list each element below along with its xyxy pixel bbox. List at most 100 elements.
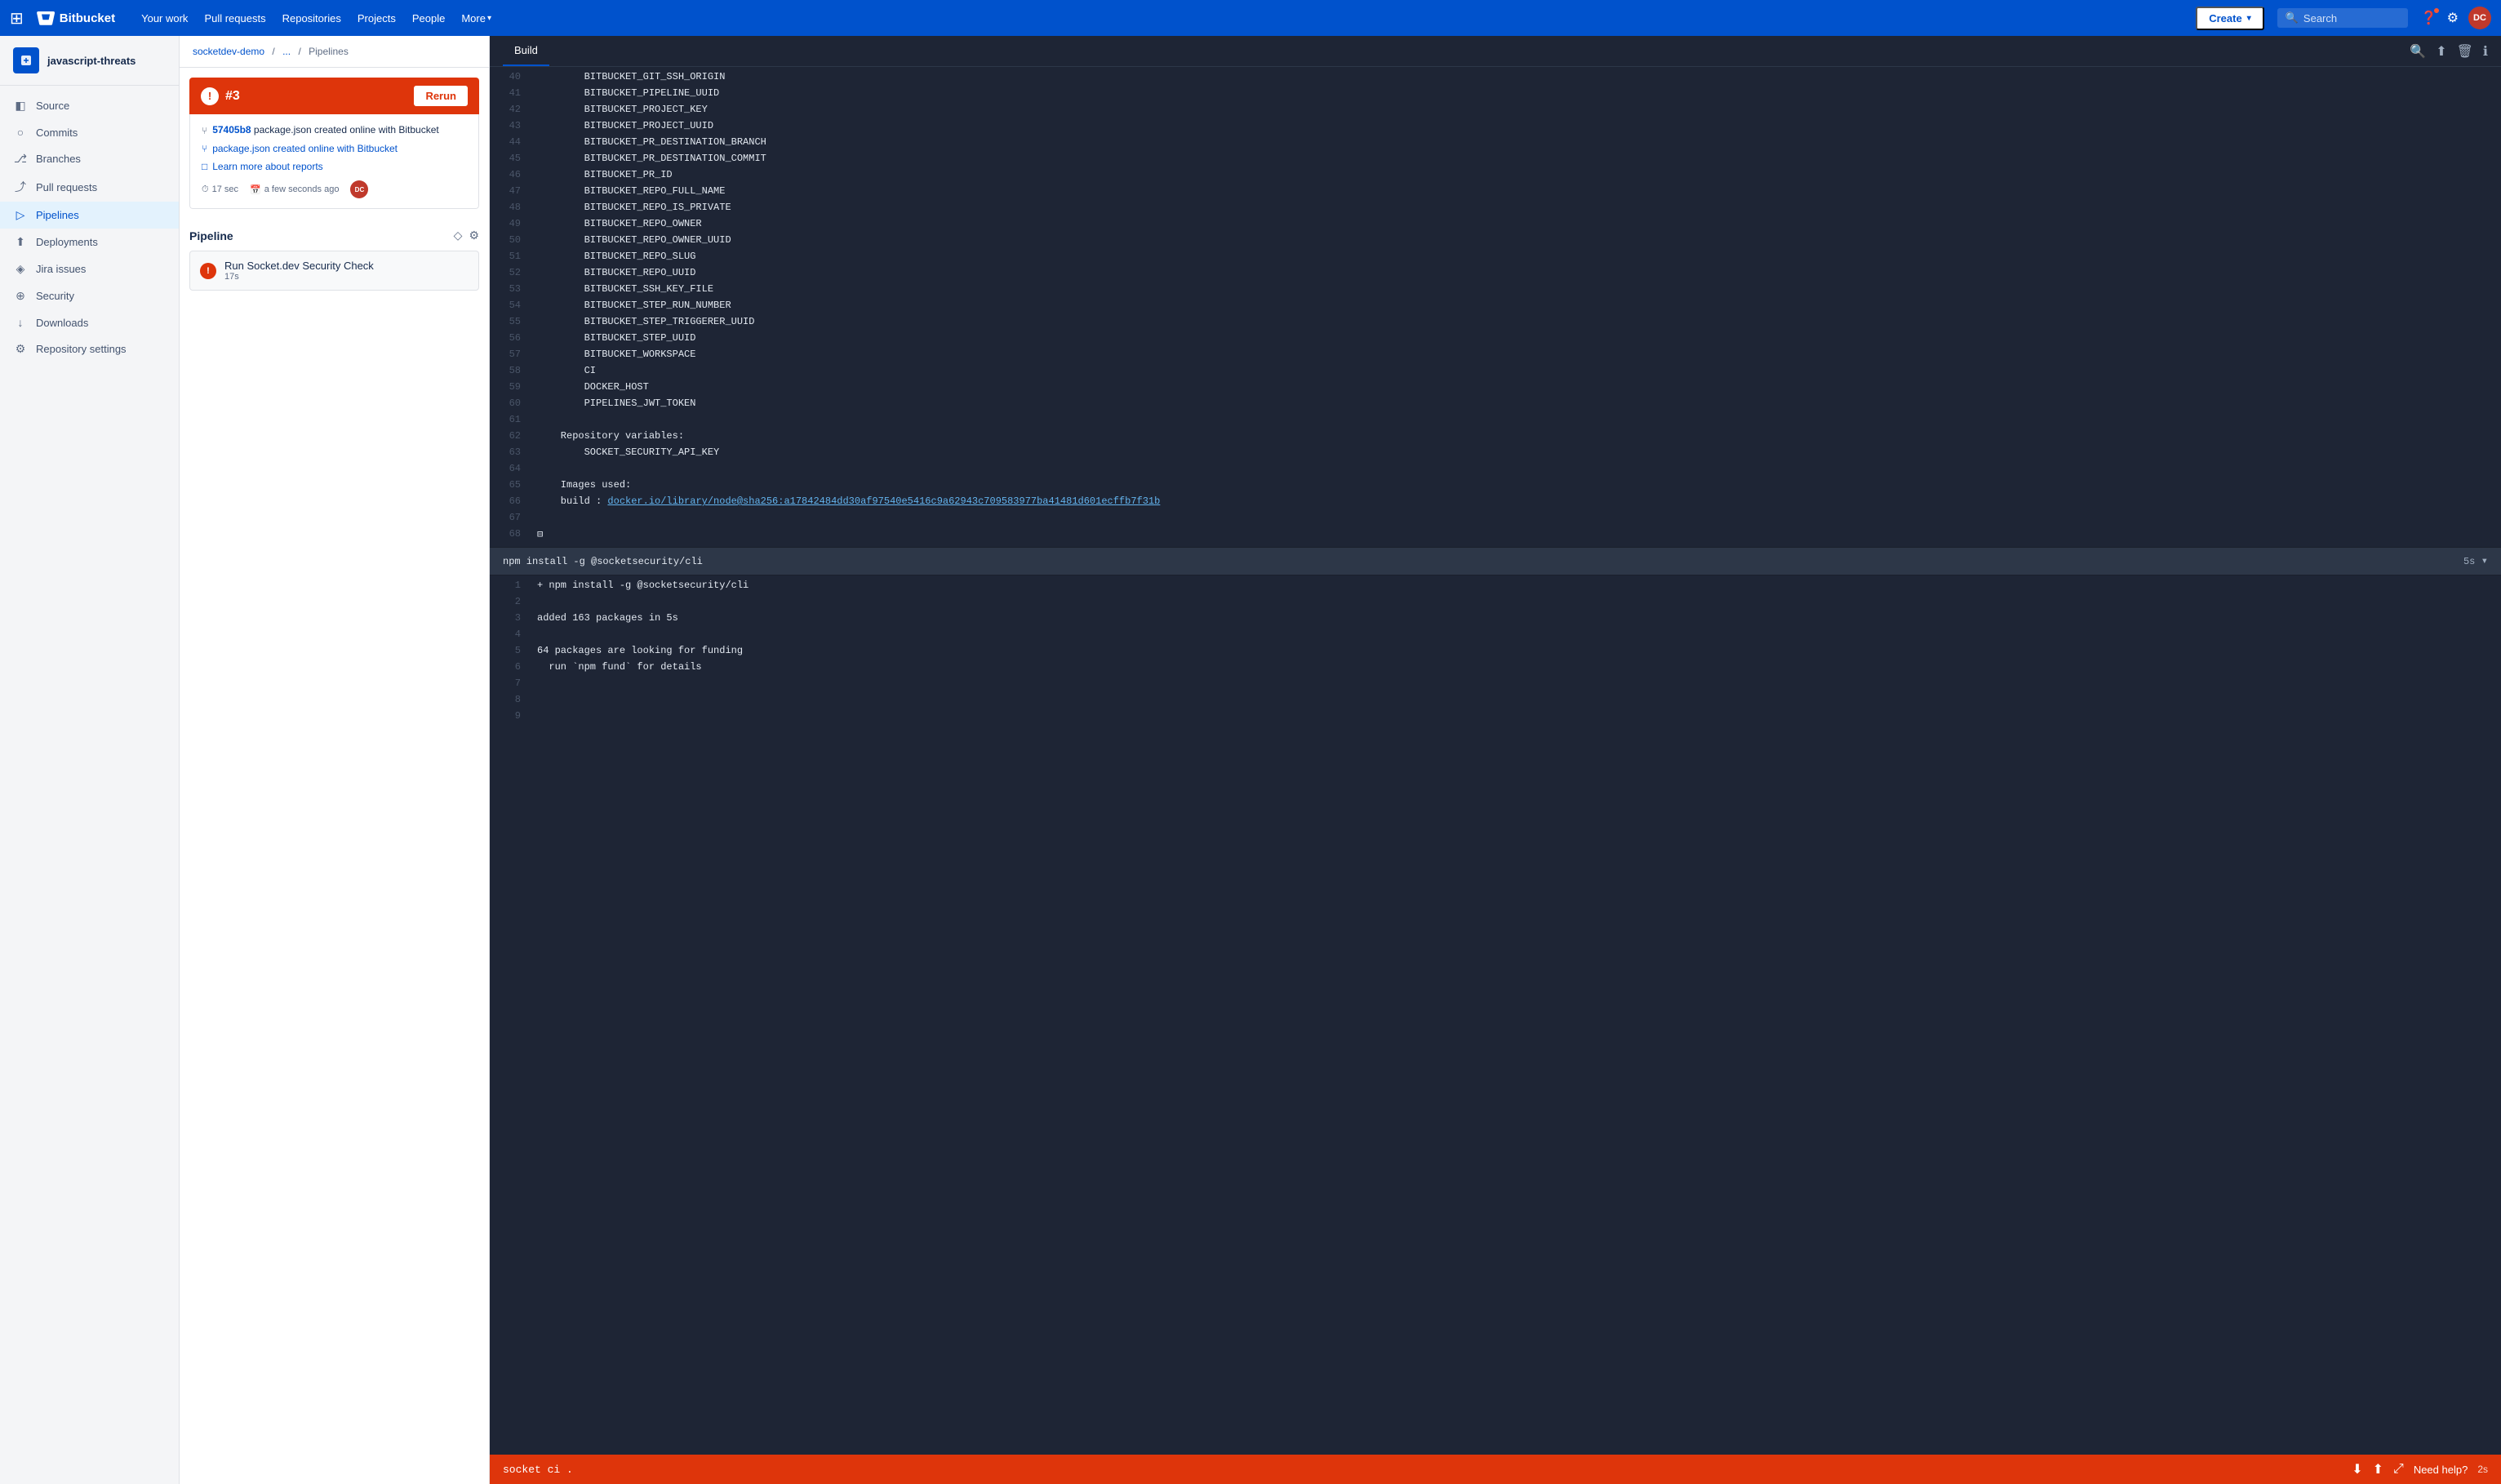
bookmark-icon[interactable]: ◇ [454, 229, 463, 242]
rerun-button[interactable]: Rerun [414, 86, 468, 106]
info-icon[interactable]: ℹ [2483, 43, 2488, 60]
duration: ⏱ 17 sec [202, 184, 238, 195]
help-text[interactable]: Need help? [2414, 1464, 2468, 1476]
tab-build[interactable]: Build [503, 36, 549, 66]
log-line: 43 BITBUCKET_PROJECT_UUID [490, 119, 2501, 136]
build-number: #3 [225, 89, 240, 104]
breadcrumb-repo[interactable]: socketdev-demo [193, 46, 264, 57]
calendar-icon: 📅 [250, 184, 261, 195]
log-line: 48 BITBUCKET_REPO_IS_PRIVATE [490, 201, 2501, 217]
log-line: 67 [490, 511, 2501, 527]
sidebar-item-branches[interactable]: ⎇ Branches [0, 145, 179, 172]
build-link[interactable]: ⑂ package.json created online with Bitbu… [202, 143, 467, 154]
pipeline-settings-icon[interactable]: ⚙ [469, 229, 479, 242]
upload-icon[interactable]: ⬆ [2436, 43, 2446, 60]
log-line: 54 BITBUCKET_STEP_RUN_NUMBER [490, 299, 2501, 315]
sidebar-item-label: Repository settings [36, 343, 127, 355]
expand-fullscreen-icon[interactable]: ⤢ [2393, 1462, 2404, 1477]
sidebar-navigation: ◧ Source ○ Commits ⎇ Branches ⤴ Pull req… [0, 86, 179, 369]
sub-log-line: 1+ npm install -g @socketsecurity/cli [490, 579, 2501, 595]
nav-your-work[interactable]: Your work [135, 9, 194, 28]
sidebar-item-pipelines[interactable]: ▷ Pipelines [0, 202, 179, 229]
nav-people[interactable]: People [406, 9, 451, 28]
notification-dot [2433, 7, 2440, 14]
build-log-content[interactable]: 40 BITBUCKET_GIT_SSH_ORIGIN41 BITBUCKET_… [490, 67, 2501, 1455]
commit-icon: ⑂ [202, 125, 207, 136]
sidebar-item-deployments[interactable]: ⬆ Deployments [0, 229, 179, 255]
pipeline-section-icons: ◇ ⚙ [454, 229, 479, 242]
build-error-icon: ! [201, 87, 219, 105]
log-line: 68⊟ [490, 527, 2501, 544]
step-bar-cmd: npm install -g @socketsecurity/cli [503, 556, 703, 567]
commit-hash[interactable]: 57405b8 [212, 124, 251, 136]
sidebar-item-security[interactable]: ⊕ Security [0, 282, 179, 309]
pipeline-step[interactable]: ! Run Socket.dev Security Check 17s [189, 251, 479, 291]
log-line: 40 BITBUCKET_GIT_SSH_ORIGIN [490, 70, 2501, 87]
report-icon: □ [202, 161, 207, 172]
nav-repositories[interactable]: Repositories [276, 9, 348, 28]
sidebar-item-label: Source [36, 100, 69, 112]
bitbucket-logo[interactable]: Bitbucket [37, 9, 115, 27]
log-line: 47 BITBUCKET_REPO_FULL_NAME [490, 184, 2501, 201]
build-header: ! #3 Rerun [189, 78, 479, 114]
log-line: 42 BITBUCKET_PROJECT_KEY [490, 103, 2501, 119]
sidebar-item-label: Deployments [36, 236, 98, 248]
nav-more[interactable]: More ▾ [455, 9, 498, 28]
sidebar-item-jira[interactable]: ◈ Jira issues [0, 255, 179, 282]
apps-icon[interactable]: ⊞ [10, 8, 24, 29]
sub-log-line: 564 packages are looking for funding [490, 644, 2501, 660]
log-line: 45 BITBUCKET_PR_DESTINATION_COMMIT [490, 152, 2501, 168]
help-icon[interactable]: ❓ [2421, 10, 2437, 26]
sidebar: javascript-threats ◧ Source ○ Commits ⎇ … [0, 36, 180, 1484]
sidebar-item-source[interactable]: ◧ Source [0, 92, 179, 119]
log-line: 51 BITBUCKET_REPO_SLUG [490, 250, 2501, 266]
commit-message: package.json created online with Bitbuck… [254, 124, 439, 136]
nav-projects[interactable]: Projects [351, 9, 402, 28]
sidebar-item-pull-requests[interactable]: ⤴ Pull requests [0, 172, 179, 202]
avatar[interactable]: DC [2468, 7, 2491, 29]
source-icon: ◧ [13, 99, 28, 113]
more-chevron-icon: ▾ [487, 14, 491, 23]
breadcrumb-current: Pipelines [309, 46, 349, 57]
step-bar[interactable]: npm install -g @socketsecurity/cli 5s ▾ [490, 547, 2501, 575]
nav-links: Your work Pull requests Repositories Pro… [135, 9, 498, 28]
build-card: ! #3 Rerun ⑂ 57405b8 package.json create… [189, 78, 479, 209]
sidebar-item-repo-settings[interactable]: ⚙ Repository settings [0, 335, 179, 362]
log-line: 56 BITBUCKET_STEP_UUID [490, 331, 2501, 348]
security-icon: ⊕ [13, 289, 28, 303]
search-log-icon[interactable]: 🔍 [2410, 43, 2426, 60]
log-line: 61 [490, 413, 2501, 429]
sidebar-item-label: Pipelines [36, 209, 79, 221]
search-icon: 🔍 [2286, 11, 2299, 24]
sidebar-item-downloads[interactable]: ↓ Downloads [0, 309, 179, 335]
step-name: Run Socket.dev Security Check [224, 260, 469, 272]
scroll-up-icon[interactable]: ⬆ [2373, 1461, 2383, 1477]
search-bar[interactable]: 🔍 Search [2277, 8, 2408, 28]
sidebar-item-commits[interactable]: ○ Commits [0, 119, 179, 145]
build-log-tabs: Build 🔍 ⬆ 🗑 ℹ [490, 36, 2501, 67]
build-report-link[interactable]: □ Learn more about reports [202, 161, 467, 172]
create-button[interactable]: Create ▾ [2196, 7, 2264, 30]
jira-icon: ◈ [13, 262, 28, 276]
log-line: 41 BITBUCKET_PIPELINE_UUID [490, 87, 2501, 103]
log-lines: 40 BITBUCKET_GIT_SSH_ORIGIN41 BITBUCKET_… [490, 67, 2501, 547]
create-chevron-icon: ▾ [2247, 14, 2251, 23]
nav-pull-requests[interactable]: Pull requests [198, 9, 272, 28]
delete-icon[interactable]: 🗑 [2457, 43, 2473, 60]
settings-icon[interactable]: ⚙ [2447, 10, 2459, 26]
breadcrumb: socketdev-demo / ... / Pipelines [180, 36, 489, 68]
pull-requests-icon: ⤴ [13, 179, 28, 195]
bottom-cmd: socket ci . [503, 1464, 2342, 1476]
scroll-down-icon[interactable]: ⬇ [2352, 1461, 2362, 1477]
sidebar-item-label: Branches [36, 153, 81, 165]
expand-icon[interactable]: ▾ [2481, 555, 2488, 568]
sub-log-line: 8 [490, 693, 2501, 709]
downloads-icon: ↓ [13, 316, 28, 329]
pipeline-section-header: Pipeline ◇ ⚙ [189, 229, 479, 242]
breadcrumb-ellipsis[interactable]: ... [282, 46, 291, 57]
build-commit: ⑂ 57405b8 package.json created online wi… [202, 124, 467, 136]
repo-header: javascript-threats [0, 36, 179, 86]
log-line: 49 BITBUCKET_REPO_OWNER [490, 217, 2501, 233]
bottom-time: 2s [2477, 1464, 2488, 1475]
time-ago: 📅 a few seconds ago [250, 184, 339, 195]
